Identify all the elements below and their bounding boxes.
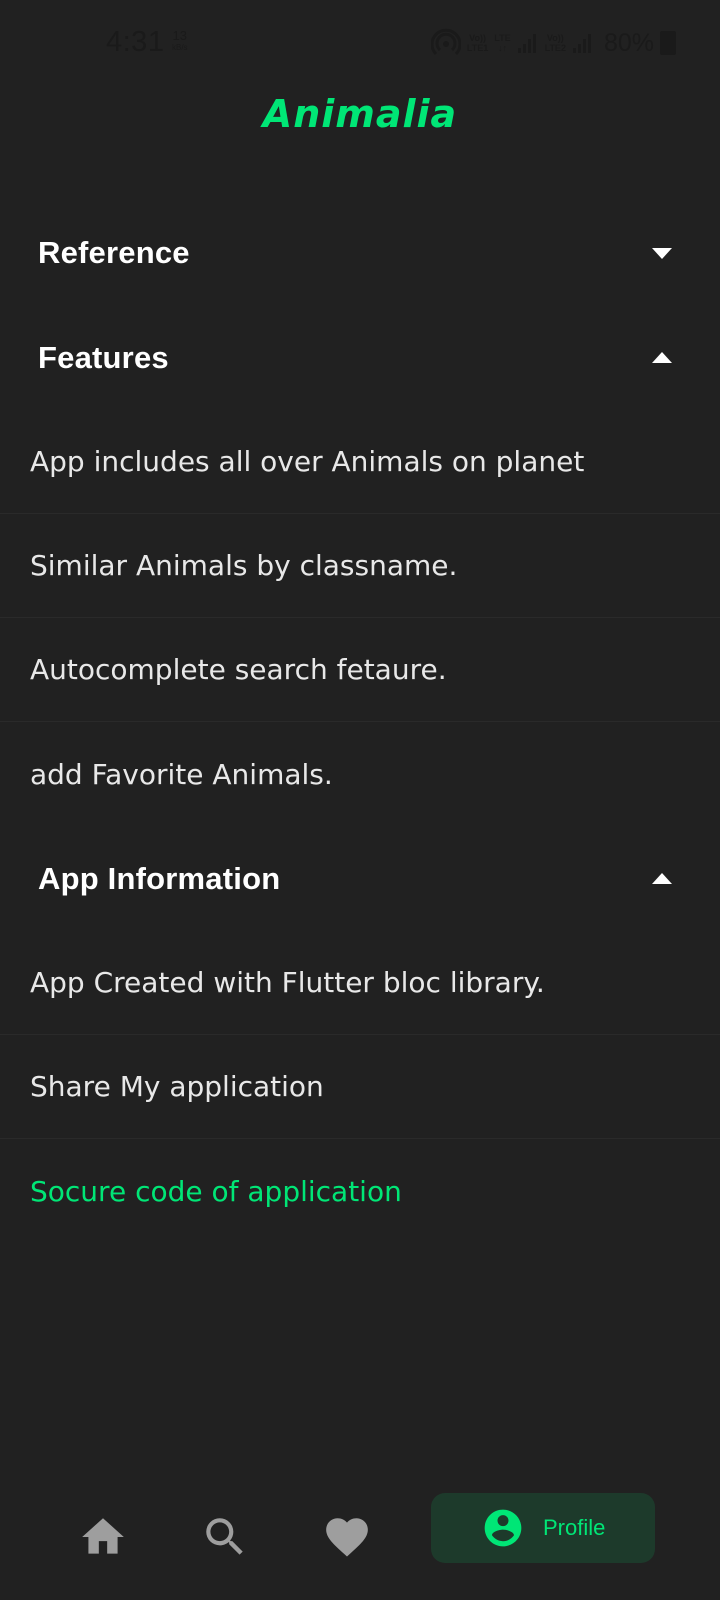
status-time: 4:31	[106, 26, 165, 58]
sim1-volte-top: Vo))	[469, 33, 486, 43]
sim2-volte-top: Vo))	[546, 33, 564, 43]
sim2-volte-tag: Vo)) LTE2	[545, 33, 566, 53]
nav-profile-button[interactable]: Profile	[431, 1493, 655, 1563]
chevron-up-icon	[652, 351, 672, 363]
network-speed: 13 kB/s	[172, 28, 188, 54]
list-item: App includes all over Animals on planet	[0, 410, 720, 514]
app-title: Animalia	[262, 92, 458, 136]
search-icon[interactable]	[200, 1512, 250, 1562]
list-item: Autocomplete search fetaure.	[0, 618, 720, 722]
status-bar: 4:31 13 kB/s Vo)) LTE1 LTE ↓↑ Vo)) LTE2	[0, 0, 720, 90]
heart-icon[interactable]	[322, 1512, 372, 1562]
sim1-volte-bottom: LTE1	[466, 43, 489, 53]
section-reference-label: Reference	[38, 234, 190, 270]
source-code-link[interactable]: Socure code of application	[0, 1139, 720, 1243]
status-indicators: Vo)) LTE1 LTE ↓↑ Vo)) LTE2 80%	[430, 28, 676, 58]
lte-tag-bottom: ↓↑	[497, 43, 507, 53]
lte-tag: LTE ↓↑	[494, 33, 510, 53]
section-reference-header[interactable]: Reference	[0, 200, 720, 305]
section-app-info-header[interactable]: App Information	[0, 826, 720, 931]
signal-1-icon	[517, 34, 536, 53]
home-icon[interactable]	[78, 1512, 128, 1562]
hotspot-icon	[430, 28, 461, 56]
network-speed-value: 13	[172, 28, 188, 43]
section-features-label: Features	[38, 339, 169, 375]
signal-2-icon	[572, 34, 591, 53]
battery-icon	[660, 31, 676, 55]
bottom-nav: Profile	[0, 1493, 720, 1600]
share-app-button[interactable]: Share My application	[0, 1035, 720, 1139]
settings-list: Reference Features App includes all over…	[0, 200, 720, 1243]
network-speed-unit: kB/s	[172, 43, 188, 52]
section-features-header[interactable]: Features	[0, 305, 720, 410]
chevron-up-icon	[652, 872, 672, 884]
section-app-info-label: App Information	[38, 860, 281, 896]
list-item: Similar Animals by classname.	[0, 514, 720, 618]
list-item: App Created with Flutter bloc library.	[0, 931, 720, 1035]
list-item: add Favorite Animals.	[30, 757, 333, 791]
lte-tag-top: LTE	[494, 33, 511, 43]
profile-icon	[484, 1509, 522, 1547]
nav-profile-label: Profile	[543, 1515, 606, 1540]
sim2-volte-bottom: LTE2	[544, 43, 566, 53]
chevron-down-icon	[652, 247, 672, 259]
battery-percent: 80%	[603, 28, 654, 57]
sim1-volte-tag: Vo)) LTE1	[467, 33, 488, 53]
